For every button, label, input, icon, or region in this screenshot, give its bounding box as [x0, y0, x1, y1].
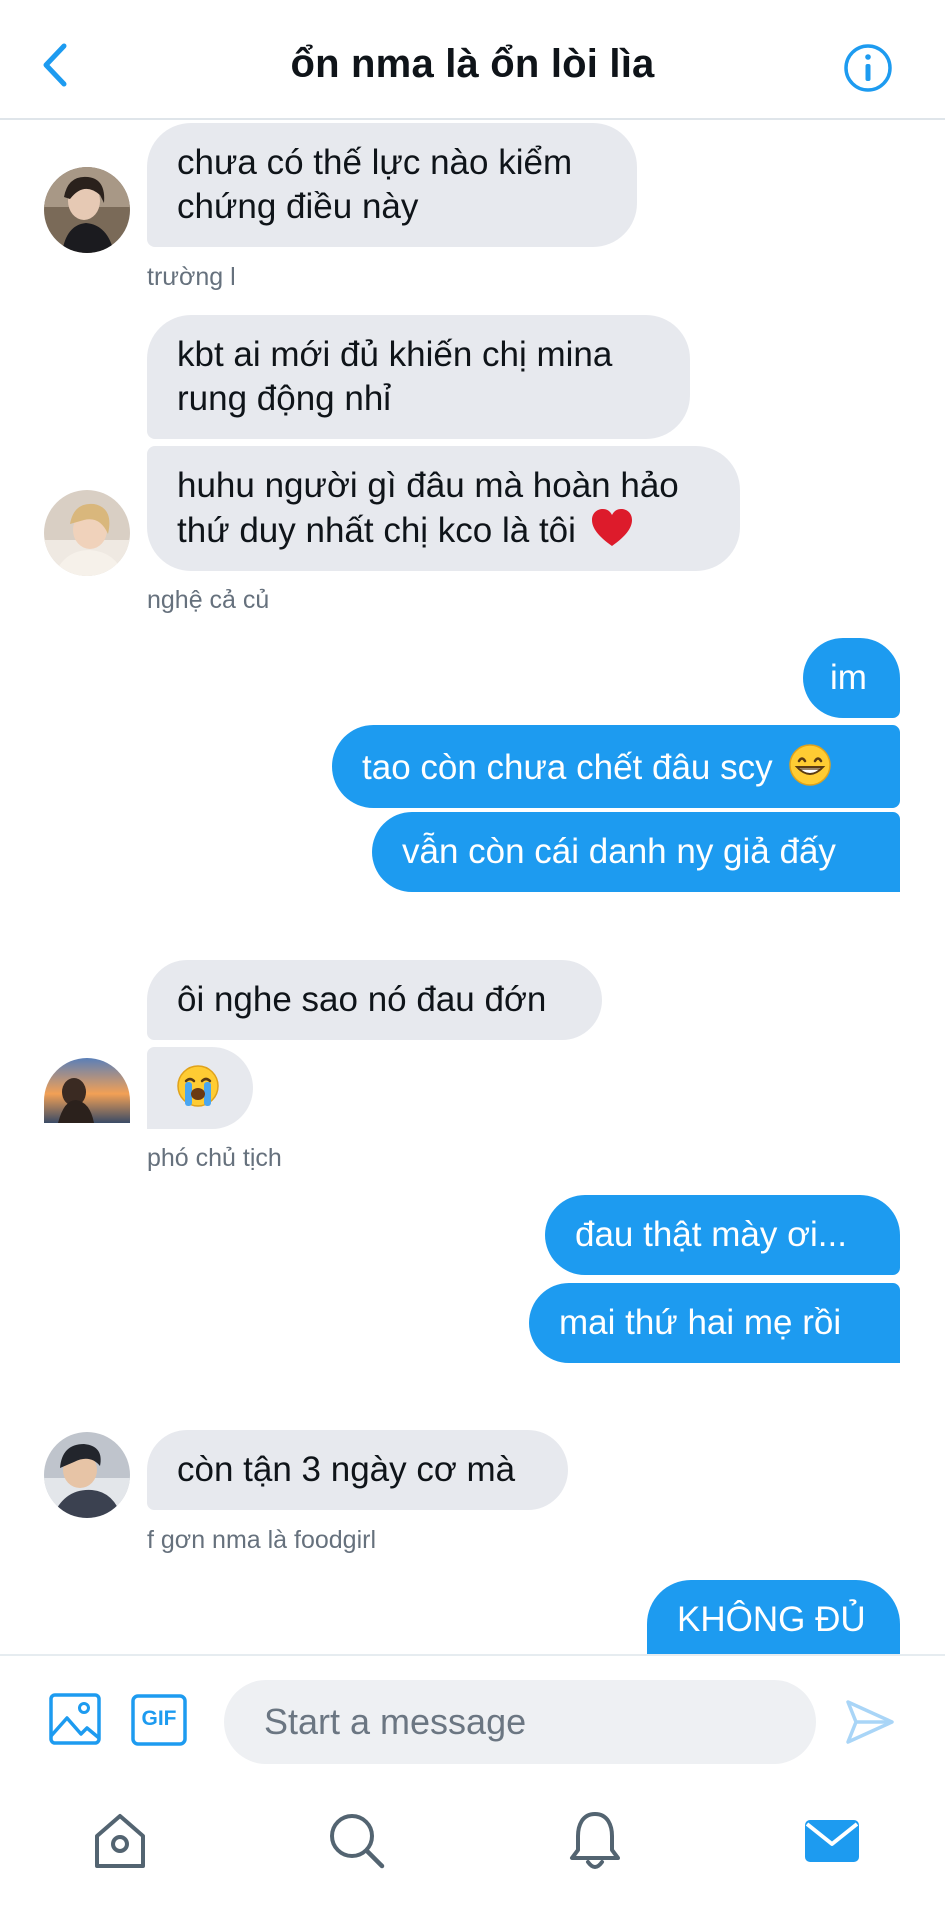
message-bubble[interactable]: còn tận 3 ngày cơ mà: [147, 1430, 568, 1510]
message-text: chứng điều này: [177, 187, 419, 226]
message-bubble[interactable]: mai thứ hai mẹ rồi: [529, 1283, 900, 1363]
grinning-face-emoji-icon: [789, 744, 832, 786]
back-button[interactable]: [36, 40, 76, 90]
send-icon: [846, 1700, 894, 1744]
message-bubble[interactable]: ôi nghe sao nó đau đớn: [147, 960, 602, 1040]
sender-name: f gơn nma là foodgirl: [147, 1526, 377, 1554]
message-bubble[interactable]: tao còn chưa chết đâu scy: [332, 725, 900, 808]
message-text: kbt ai mới đủ khiến chị mina: [177, 335, 613, 374]
image-icon: [49, 1693, 101, 1745]
conversation-title[interactable]: ổn nma là ổn lòi lìa: [120, 42, 825, 87]
message-bubble[interactable]: chưa có thế lực nào kiểm chứng điều này: [147, 123, 637, 247]
message-text: vẫn còn cái danh ny giả đấy: [402, 832, 836, 871]
message-text: rung động nhỉ: [177, 379, 392, 418]
avatar-image: [44, 167, 130, 253]
message-composer: GIF: [0, 1654, 945, 1796]
avatar-image: [44, 1432, 130, 1518]
message-bubble[interactable]: kbt ai mới đủ khiến chị mina rung động n…: [147, 315, 690, 439]
avatar[interactable]: [44, 1432, 130, 1518]
message-bubble[interactable]: im: [803, 638, 900, 718]
mail-icon: [805, 1820, 859, 1862]
avatar[interactable]: [44, 1058, 130, 1123]
message-text: đau thật mày ơi...: [575, 1215, 847, 1254]
message-text: chưa có thế lực nào kiểm: [177, 143, 573, 182]
nav-home[interactable]: [85, 1806, 155, 1876]
message-text: KHÔNG ĐỦ: [677, 1600, 866, 1639]
avatar-image: [44, 1058, 130, 1123]
bottom-navigation: [0, 1794, 945, 1920]
message-text: huhu người gì đâu mà hoàn hảo: [177, 466, 679, 505]
message-text: ôi nghe sao nó đau đớn: [177, 980, 547, 1019]
conversation-header: ổn nma là ổn lòi lìa: [0, 0, 945, 120]
send-button[interactable]: [844, 1698, 896, 1746]
message-bubble[interactable]: KHÔNG ĐỦ: [647, 1580, 900, 1654]
message-text: im: [830, 658, 867, 697]
info-button[interactable]: [843, 43, 893, 93]
message-text: mai thứ hai mẹ rồi: [559, 1303, 842, 1342]
message-text: thứ duy nhất chị kco là tôi: [177, 511, 576, 550]
message-text: tao còn chưa chết đâu scy: [362, 748, 773, 787]
heart-emoji-icon: [591, 509, 632, 546]
chevron-left-icon: [43, 43, 67, 87]
message-input[interactable]: [224, 1680, 816, 1764]
avatar-image: [44, 490, 130, 576]
loudly-crying-face-emoji-icon: [177, 1065, 219, 1107]
bell-icon: [570, 1812, 620, 1869]
add-image-button[interactable]: [48, 1692, 102, 1746]
home-icon: [95, 1814, 145, 1868]
message-bubble[interactable]: vẫn còn cái danh ny giả đấy: [372, 812, 900, 892]
message-text: còn tận 3 ngày cơ mà: [177, 1450, 516, 1489]
message-bubble[interactable]: đau thật mày ơi...: [545, 1195, 900, 1275]
message-bubble[interactable]: [147, 1047, 253, 1129]
gif-label: GIF: [141, 1707, 177, 1730]
info-icon: [844, 44, 892, 92]
nav-notifications[interactable]: [560, 1806, 630, 1876]
message-bubble[interactable]: huhu người gì đâu mà hoàn hảo thứ duy nh…: [147, 446, 740, 571]
add-gif-button[interactable]: GIF: [131, 1694, 187, 1746]
sender-name: phó chủ tịch: [147, 1144, 282, 1172]
nav-messages[interactable]: [797, 1806, 867, 1876]
avatar[interactable]: [44, 167, 130, 253]
search-icon: [330, 1814, 385, 1869]
avatar[interactable]: [44, 490, 130, 576]
sender-name: trường l: [147, 263, 236, 291]
sender-name: nghệ cả củ: [147, 586, 270, 614]
nav-search[interactable]: [322, 1806, 392, 1876]
